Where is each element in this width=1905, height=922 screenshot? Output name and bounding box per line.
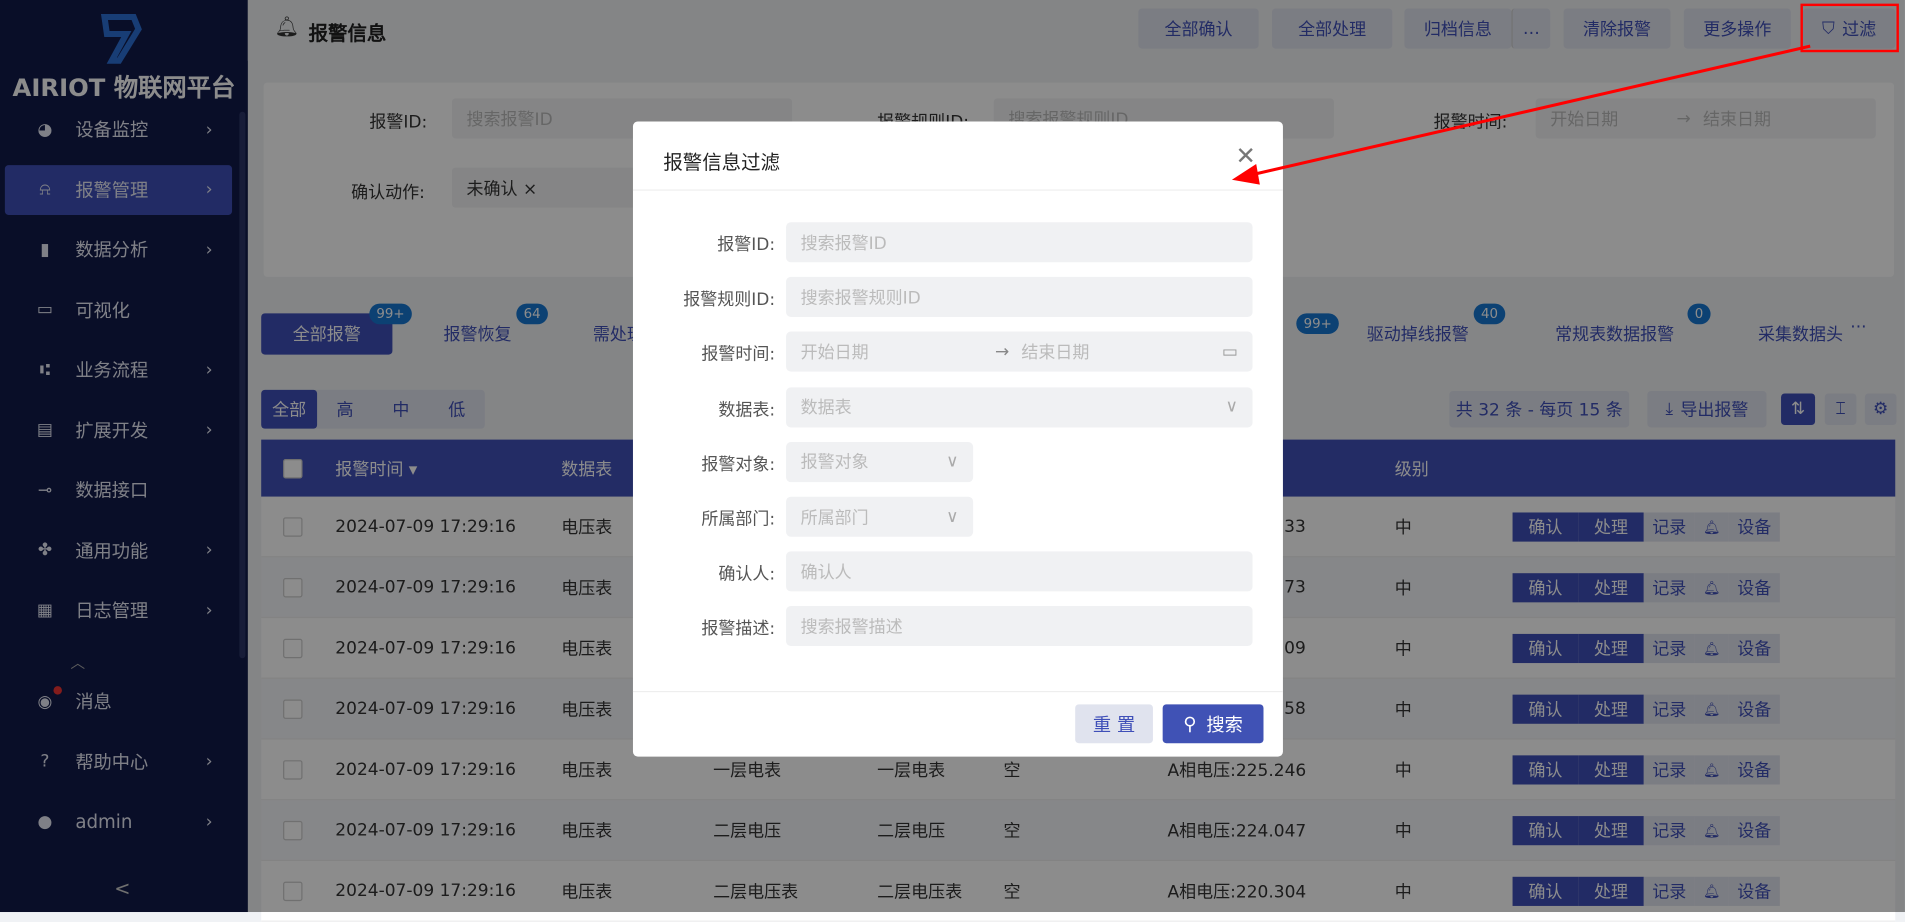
annotation-arrow (1231, 44, 1811, 185)
